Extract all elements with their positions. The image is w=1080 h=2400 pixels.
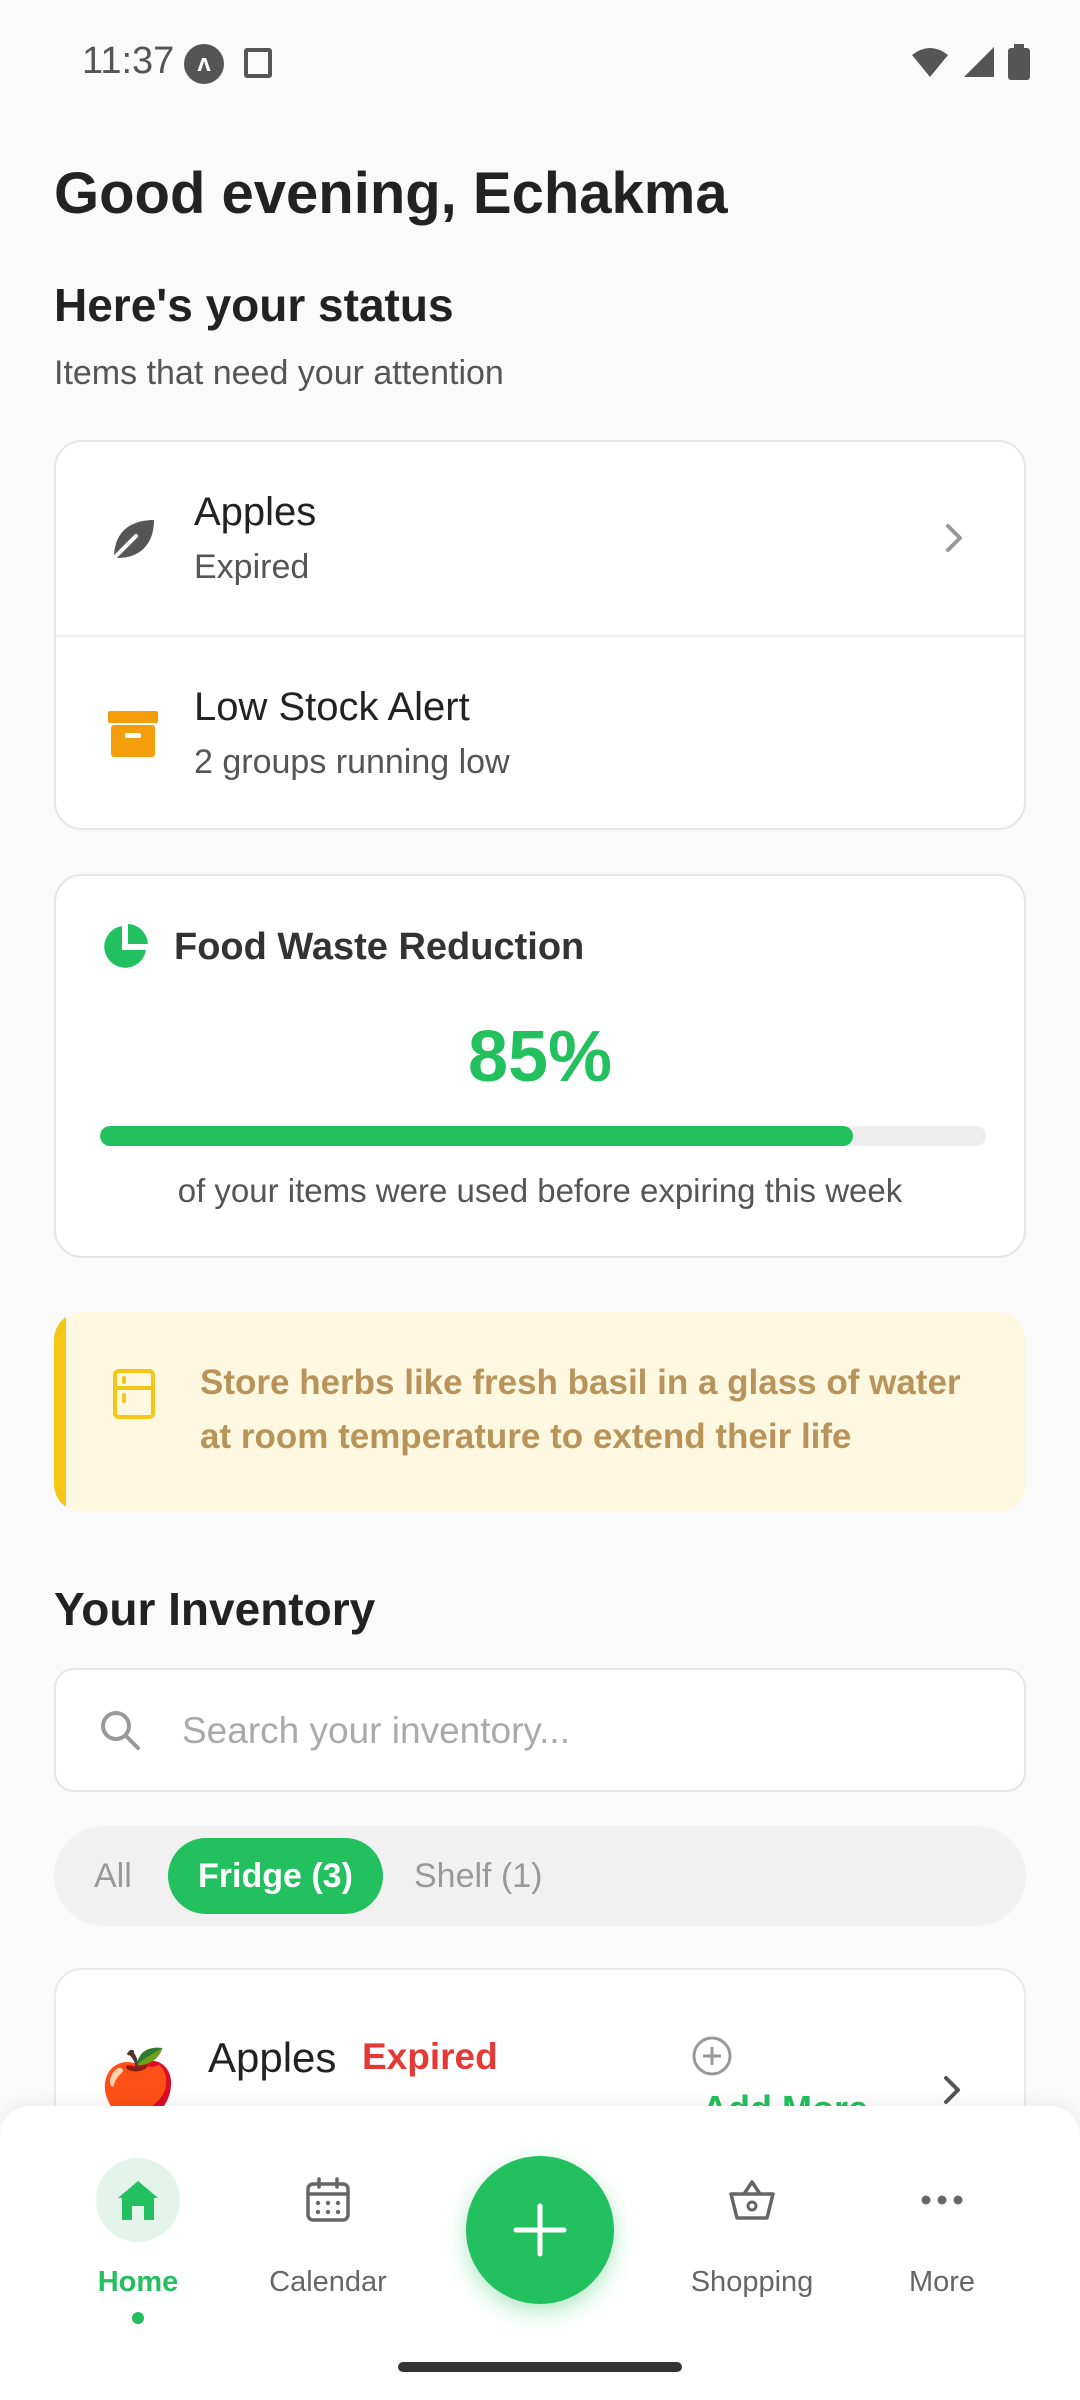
alerts-card: Apples Expired Low Stock Alert 2 groups … bbox=[54, 440, 1026, 830]
alert-title: Low Stock Alert bbox=[194, 685, 470, 729]
alert-subtitle: 2 groups running low bbox=[194, 743, 510, 781]
food-waste-card: Food Waste Reduction 85% of your items w… bbox=[54, 874, 1026, 1258]
food-waste-caption: of your items were used before expiring … bbox=[177, 1172, 903, 1209]
nav-item-shopping[interactable]: Shopping bbox=[672, 2106, 832, 2306]
plus-icon bbox=[513, 2203, 567, 2257]
add-item-fab[interactable] bbox=[466, 2156, 614, 2304]
archive-box-icon bbox=[108, 711, 158, 757]
filter-tabs: All Fridge (3) Shelf (1) bbox=[54, 1826, 1026, 1926]
status-heading: Here's your status bbox=[54, 279, 454, 331]
shopping-basket-icon bbox=[729, 2180, 775, 2220]
app-notification-icon: ʌ bbox=[184, 44, 224, 84]
status-subheading: Items that need your attention bbox=[54, 354, 504, 392]
fridge-icon bbox=[113, 1369, 155, 1419]
home-icon bbox=[118, 2181, 158, 2220]
screenshot-notification-icon bbox=[244, 48, 272, 78]
nav-item-calendar[interactable]: Calendar bbox=[248, 2106, 408, 2306]
search-box[interactable] bbox=[54, 1668, 1026, 1792]
food-waste-title: Food Waste Reduction bbox=[174, 926, 585, 968]
active-indicator-dot bbox=[132, 2312, 144, 2324]
alert-title: Apples bbox=[194, 490, 317, 534]
inventory-heading: Your Inventory bbox=[54, 1583, 376, 1635]
chevron-right-icon bbox=[946, 524, 962, 552]
alert-subtitle: Expired bbox=[194, 548, 310, 586]
nav-icon-bg bbox=[710, 2158, 794, 2242]
search-input[interactable] bbox=[180, 1700, 984, 1762]
status-time: 11:37 bbox=[82, 40, 175, 82]
filter-tab-fridge[interactable]: Fridge (3) bbox=[168, 1838, 383, 1914]
plus-circle-icon[interactable] bbox=[690, 2034, 734, 2078]
nav-label: Home bbox=[97, 2266, 179, 2298]
expired-badge: Expired bbox=[362, 2036, 498, 2077]
filter-tab-all[interactable]: All bbox=[64, 1838, 162, 1914]
inventory-item-name: Apples bbox=[208, 2034, 337, 2081]
food-waste-progress-bar bbox=[100, 1126, 986, 1146]
status-icons bbox=[910, 44, 1030, 80]
alert-row-expired[interactable]: Apples Expired bbox=[56, 442, 1024, 637]
tip-text: Store herbs like fresh basil in a glass … bbox=[200, 1363, 961, 1456]
nav-icon-bg bbox=[900, 2158, 984, 2242]
nav-icon-bg bbox=[286, 2158, 370, 2242]
tip-accent-bar bbox=[54, 1312, 66, 1512]
filter-tab-shelf[interactable]: Shelf (1) bbox=[384, 1838, 573, 1914]
search-icon bbox=[101, 1711, 140, 1750]
food-waste-percent: 85% bbox=[467, 1017, 613, 1097]
nav-label: Shopping bbox=[690, 2266, 814, 2298]
nav-icon-bg bbox=[96, 2158, 180, 2242]
nav-label: Calendar bbox=[269, 2266, 387, 2298]
signal-icon bbox=[964, 47, 994, 77]
wifi-icon bbox=[912, 48, 948, 77]
nav-label: More bbox=[908, 2266, 976, 2298]
chevron-right-icon[interactable] bbox=[932, 2070, 972, 2110]
calendar-icon bbox=[306, 2177, 350, 2222]
battery-icon bbox=[1008, 44, 1030, 80]
status-bar: 11:37 ʌ bbox=[0, 0, 1080, 130]
more-dots-icon bbox=[921, 2195, 963, 2205]
nav-item-home[interactable]: Home bbox=[58, 2106, 218, 2324]
alert-row-low-stock[interactable]: Low Stock Alert 2 groups running low bbox=[56, 637, 1024, 830]
greeting-title: Good evening, Echakma bbox=[54, 161, 728, 226]
food-waste-progress-fill bbox=[100, 1126, 854, 1146]
storage-tip-banner: Store herbs like fresh basil in a glass … bbox=[54, 1312, 1026, 1512]
gesture-home-indicator[interactable] bbox=[398, 2362, 682, 2372]
pie-chart-icon bbox=[104, 924, 148, 968]
nav-item-more[interactable]: More bbox=[862, 2106, 1022, 2306]
leaf-icon bbox=[112, 520, 154, 560]
